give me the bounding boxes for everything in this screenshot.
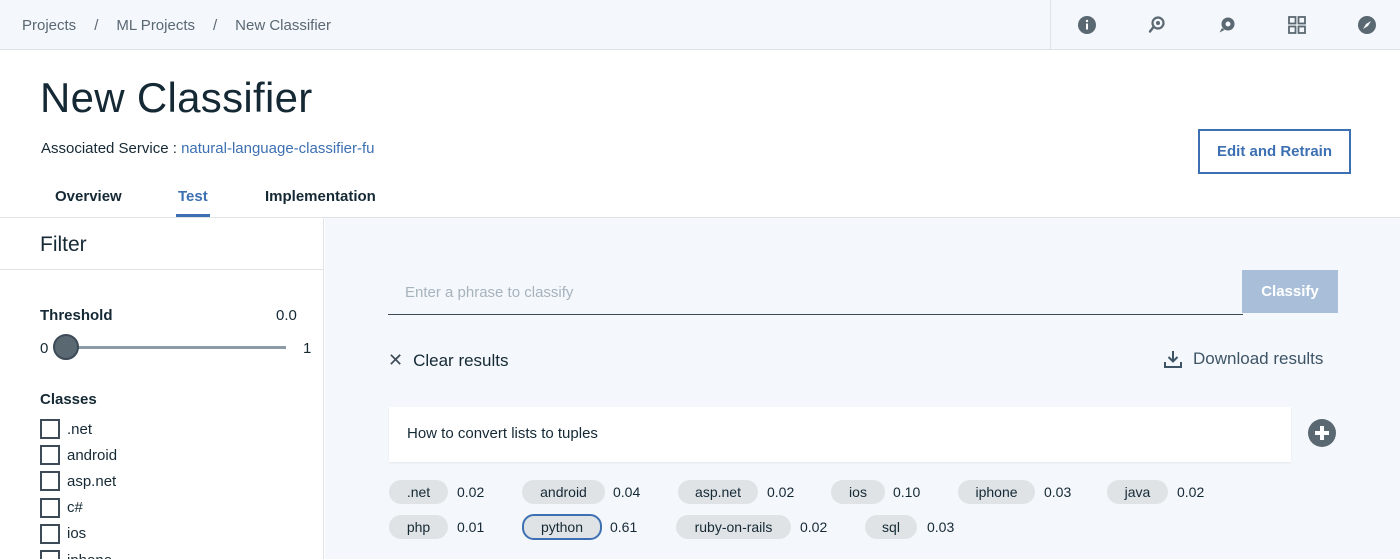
class-score: 0.04 — [613, 484, 641, 500]
clear-results-label: Clear results — [413, 350, 509, 370]
class-label: android — [67, 446, 118, 464]
class-label: iphone — [67, 552, 112, 559]
checkbox[interactable] — [40, 550, 60, 559]
top-icon-bar — [1050, 0, 1400, 50]
breadcrumb-current: New Classifier — [235, 16, 332, 34]
breadcrumb-ml-projects[interactable]: ML Projects — [116, 17, 195, 34]
class-score: 0.02 — [767, 484, 795, 500]
classes-label: Classes — [40, 391, 97, 408]
class-score: 0.03 — [1044, 484, 1072, 500]
close-icon: ✕ — [388, 350, 404, 370]
breadcrumb-separator: / — [213, 16, 218, 34]
test-panel: Classify ✕ Clear results Download result… — [325, 218, 1400, 559]
checkbox[interactable] — [40, 497, 60, 518]
class-option[interactable]: asp.net — [40, 468, 117, 494]
support-icon[interactable] — [1217, 15, 1237, 35]
class-option[interactable]: c# — [40, 495, 117, 521]
threshold-label: Threshold — [40, 307, 113, 324]
class-tag[interactable]: java — [1107, 480, 1168, 504]
deploy-icon[interactable] — [1147, 15, 1167, 35]
class-tag[interactable]: asp.net — [678, 480, 758, 504]
apps-grid-icon[interactable] — [1287, 15, 1307, 35]
service-label: Associated Service : — [41, 140, 177, 157]
class-tag[interactable]: .net — [389, 480, 448, 504]
class-option[interactable]: iphone — [40, 547, 117, 559]
class-tag[interactable]: sql — [865, 515, 917, 539]
clear-results-button[interactable]: ✕ Clear results — [388, 350, 509, 371]
class-tag[interactable]: ruby-on-rails — [676, 515, 791, 539]
page-title: New Classifier — [40, 74, 313, 121]
breadcrumb-projects[interactable]: Projects — [22, 17, 76, 34]
download-results-label: Download results — [1193, 349, 1324, 368]
class-label: .net — [67, 420, 93, 438]
classify-button[interactable]: Classify — [1242, 270, 1338, 313]
edit-and-retrain-button[interactable]: Edit and Retrain — [1198, 129, 1351, 174]
result-phrase: How to convert lists to tuples — [407, 425, 598, 442]
tab-implementation[interactable]: Implementation — [265, 188, 376, 205]
class-score: 0.02 — [1177, 484, 1205, 500]
class-score: 0.03 — [927, 519, 955, 535]
filter-header: Filter — [0, 218, 323, 270]
class-option[interactable]: ios — [40, 521, 117, 547]
tab-test[interactable]: Test — [178, 188, 208, 205]
breadcrumb: Projects / ML Projects / New Classifier — [22, 0, 331, 50]
class-score: 0.61 — [610, 519, 638, 535]
filter-sidebar: Filter Threshold 0.0 0 1 Classes .net an… — [0, 218, 324, 559]
info-icon[interactable] — [1077, 15, 1097, 35]
class-tag[interactable]: android — [522, 480, 605, 504]
tab-overview[interactable]: Overview — [55, 188, 122, 205]
result-card: How to convert lists to tuples — [389, 407, 1291, 462]
class-score: 0.02 — [800, 519, 828, 535]
compass-icon[interactable] — [1357, 15, 1377, 35]
tab-bar: Overview Test Implementation — [0, 180, 1400, 218]
phrase-input[interactable] — [388, 271, 1243, 315]
class-score: 0.02 — [457, 484, 485, 500]
class-tag-selected[interactable]: python — [522, 514, 602, 540]
breadcrumb-separator: / — [94, 16, 99, 34]
class-label: c# — [67, 499, 83, 517]
slider-min-label: 0 — [40, 340, 49, 357]
threshold-slider-track[interactable] — [60, 346, 286, 349]
class-checkbox-list: .net android asp.net c# ios iphone — [40, 416, 117, 559]
checkbox[interactable] — [40, 471, 60, 492]
active-tab-indicator — [176, 214, 210, 217]
class-tag[interactable]: php — [389, 515, 448, 539]
service-link[interactable]: natural-language-classifier-fu — [181, 140, 374, 157]
add-icon[interactable] — [1308, 419, 1336, 447]
threshold-value: 0.0 — [276, 307, 297, 324]
download-results-button[interactable]: Download results — [1163, 349, 1323, 369]
class-tag[interactable]: iphone — [958, 480, 1035, 504]
class-score: 0.01 — [457, 519, 485, 535]
class-option[interactable]: .net — [40, 416, 117, 442]
associated-service: Associated Service : natural-language-cl… — [41, 140, 375, 157]
class-label: ios — [67, 525, 87, 543]
slider-max-label: 1 — [303, 340, 312, 357]
checkbox[interactable] — [40, 523, 60, 544]
class-option[interactable]: android — [40, 442, 117, 468]
threshold-slider-handle[interactable] — [53, 334, 79, 360]
class-tag[interactable]: ios — [831, 480, 885, 504]
checkbox[interactable] — [40, 445, 60, 466]
download-icon — [1164, 351, 1182, 368]
class-label: asp.net — [67, 472, 117, 490]
top-bar: Projects / ML Projects / New Classifier — [0, 0, 1400, 50]
checkbox[interactable] — [40, 419, 60, 440]
filter-title: Filter — [40, 233, 87, 256]
class-score: 0.10 — [893, 484, 921, 500]
